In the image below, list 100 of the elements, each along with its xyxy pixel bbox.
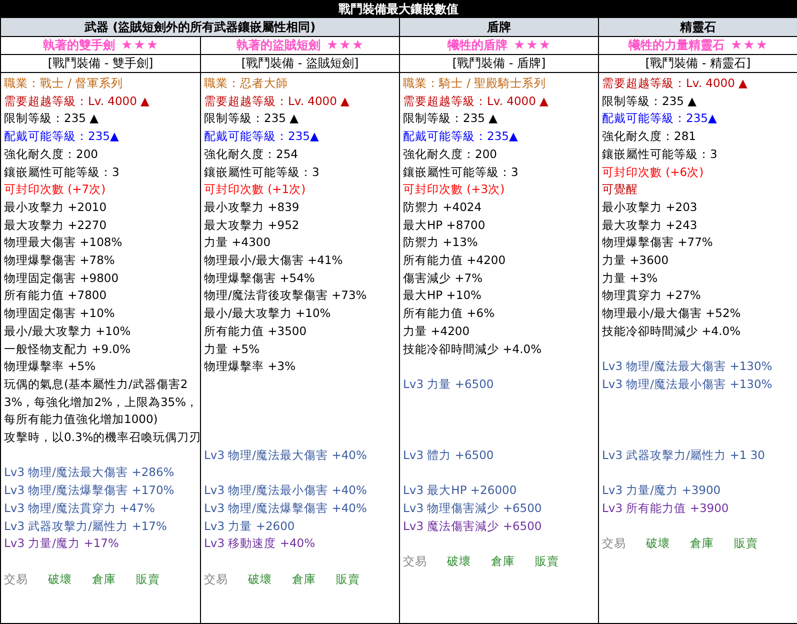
stat-line: Lv3 力量 +2600	[204, 518, 296, 534]
stat-line: 所有能力值 +6%	[403, 305, 496, 322]
stat-line: 鑲嵌屬性可能等級：3	[403, 164, 520, 181]
stat-line: 限制等級：235 ▲	[602, 92, 698, 110]
stat-line: 最小攻擊力 +839	[204, 198, 300, 216]
item-title: 犧牲的力量精靈石	[628, 37, 725, 54]
trade-label: 倉庫	[92, 570, 116, 588]
star-rating: ★★★	[326, 38, 364, 53]
stat-line: Lv3 力量 +6500	[403, 376, 495, 393]
trade-label: 破壞	[646, 535, 670, 552]
stat-line: 所有能力值 +3500	[204, 322, 308, 340]
stat-line: 最小/最大攻擊力 +10%	[4, 322, 132, 340]
stat-line: Lv3 物理/魔法最大傷害 +130%	[602, 358, 774, 376]
item-title: 犧牲的盾牌	[448, 37, 508, 54]
trade-label: 販賣	[734, 535, 758, 552]
trade-label: 破壞	[248, 570, 272, 588]
stat-line: Lv3 物理/魔法最小傷害 +130%	[602, 376, 774, 393]
trade-label: 販賣	[336, 570, 360, 588]
stat-line: 力量 +3%	[602, 270, 659, 287]
stat-line: 限制等級：235 ▲	[403, 110, 498, 128]
stat-line: Lv3 移動速度 +40%	[204, 535, 316, 552]
stat-line: 鑲嵌屬性可能等級：3	[602, 146, 718, 163]
stat-line: 鑲嵌屬性可能等級：3	[204, 164, 320, 181]
stat-line: 防禦力 +4024	[403, 198, 483, 216]
stat-line: 配戴可能等級：235▲	[4, 128, 120, 146]
stat-line: 強化耐久度：281	[602, 128, 697, 146]
item-type: [戰鬥裝備 - 精靈石]	[599, 55, 797, 73]
stat-line: 所有能力值 +4200	[403, 252, 507, 270]
stat-line: Lv3 物理/魔法最大傷害 +286%	[4, 464, 176, 482]
stat-line: 物理最大傷害 +108%	[4, 234, 124, 252]
stat-line: 傷害減少 +7%	[403, 270, 484, 287]
item-title: 執著的雙手劍	[43, 37, 116, 54]
stat-line: 最小攻擊力 +2010	[4, 198, 108, 216]
stat-line: Lv3 物理/魔法貫穿力 +47%	[4, 500, 156, 517]
stat-line: 物理爆擊率 +5%	[4, 358, 97, 376]
stat-line: 最小攻擊力 +203	[602, 198, 698, 216]
stat-line: 最大HP +10%	[403, 287, 482, 304]
stat-line: Lv3 物理/魔法爆擊傷害 +40%	[204, 500, 368, 517]
stat-line: 強化耐久度：200	[4, 146, 99, 163]
stat-line: 限制等級：235 ▲	[204, 110, 300, 128]
stat-line: 職業：戰士 / 督軍系列	[4, 75, 124, 92]
stat-line: 物理固定傷害 +10%	[4, 305, 116, 322]
stat-line: 強化耐久度：200	[403, 146, 498, 163]
stat-line: 限制等級：235 ▲	[4, 110, 100, 128]
stat-line: Lv3 物理/魔法最大傷害 +40%	[204, 446, 368, 464]
trade-label: 交易	[403, 552, 427, 570]
stat-line: 物理最小/最大傷害 +41%	[204, 252, 344, 270]
stat-line: Lv3 物理/魔法爆擊傷害 +170%	[4, 482, 176, 500]
trade-label: 倉庫	[292, 570, 316, 588]
stat-line: 需要超越等級：Lv. 4000 ▲	[403, 92, 550, 110]
stat-line: 物理/魔法背後攻擊傷害 +73%	[204, 287, 368, 304]
stat-line: 職業：忍者大師	[204, 75, 289, 92]
stat-line: 一般怪物支配力 +9.0%	[4, 340, 132, 358]
stat-line: 需要超越等級：Lv. 4000 ▲	[602, 75, 748, 92]
stat-line: 物理爆擊率 +3%	[204, 358, 297, 376]
stat-line: 可封印次數 (+6次)	[602, 164, 705, 181]
stat-line: 力量 +4200	[403, 322, 471, 340]
stat-line: 技能冷卻時間減少 +4.0%	[602, 322, 742, 340]
stat-line: 物理最小/最大傷害 +52%	[602, 305, 742, 322]
stat-line: 需要超越等級：Lv. 4000 ▲	[204, 92, 350, 110]
stat-line: 力量 +5%	[204, 340, 261, 358]
stat-line: 物理爆擊傷害 +77%	[602, 234, 714, 252]
stat-line: 鑲嵌屬性可能等級：3	[4, 164, 120, 181]
stat-line: Lv3 體力 +6500	[403, 446, 495, 464]
stat-line: 力量 +4300	[204, 234, 272, 252]
stat-line: Lv3 物理傷害減少 +6500	[403, 500, 543, 517]
stat-line: 攻擊時，以0.3%的機率召喚玩偶刀刃	[4, 429, 199, 446]
stat-line: 可覺醒	[602, 181, 639, 198]
item-type: [戰鬥裝備 - 雙手劍]	[1, 55, 201, 73]
stat-line: 可封印次數 (+1次)	[204, 181, 307, 198]
star-rating: ★★★	[730, 38, 768, 53]
stat-line: 最大攻擊力 +2270	[4, 216, 108, 234]
column-header: 盾牌	[400, 18, 599, 37]
stat-line: 最大HP +8700	[403, 216, 486, 234]
trade-label: 販賣	[136, 570, 160, 588]
stat-line: 最小/最大攻擊力 +10%	[204, 305, 332, 322]
stat-line: Lv3 物理/魔法最小傷害 +40%	[204, 482, 368, 500]
item-type: [戰鬥裝備 - 盾牌]	[400, 55, 599, 73]
stat-line: Lv3 武器攻擊力/屬性力 +17%	[4, 518, 168, 535]
stat-line: Lv3 力量/魔力 +17%	[4, 535, 120, 552]
stat-line: 強化耐久度：254	[204, 146, 299, 163]
stat-line: 力量 +3600	[602, 252, 670, 270]
stat-line: 配戴可能等級：235▲	[403, 128, 519, 146]
stat-line: 配戴可能等級：235▲	[602, 110, 718, 128]
stat-line: 所有能力值 +7800	[4, 287, 108, 304]
stat-line: 配戴可能等級：235▲	[204, 128, 320, 146]
item-type: [戰鬥裝備 - 盜賊短劍]	[201, 55, 400, 73]
stat-line: 物理爆擊傷害 +78%	[4, 252, 116, 270]
stat-line: 可封印次數 (+7次)	[4, 181, 107, 198]
stat-line: Lv3 武器攻擊力/屬性力 +1 30	[602, 446, 766, 464]
stat-line: 玩偶的氣息(基本屬性力/武器傷害23%，每強化增加2%，上限為35%，每所有能力值強化增加1000)	[4, 376, 199, 428]
stat-line: 最大攻擊力 +243	[602, 216, 698, 234]
stat-line: 職業：騎士 / 聖殿騎士系列	[403, 75, 548, 92]
stat-line: 物理貫穿力 +27%	[602, 287, 702, 304]
stat-line: 物理爆擊傷害 +54%	[204, 270, 316, 287]
stat-line: 物理固定傷害 +9800	[4, 270, 120, 287]
column-header: 精靈石	[599, 18, 797, 37]
stat-line: Lv3 魔法傷害減少 +6500	[403, 518, 543, 534]
stat-line: Lv3 力量/魔力 +3900	[602, 482, 722, 500]
trade-label: 交易	[4, 570, 28, 588]
